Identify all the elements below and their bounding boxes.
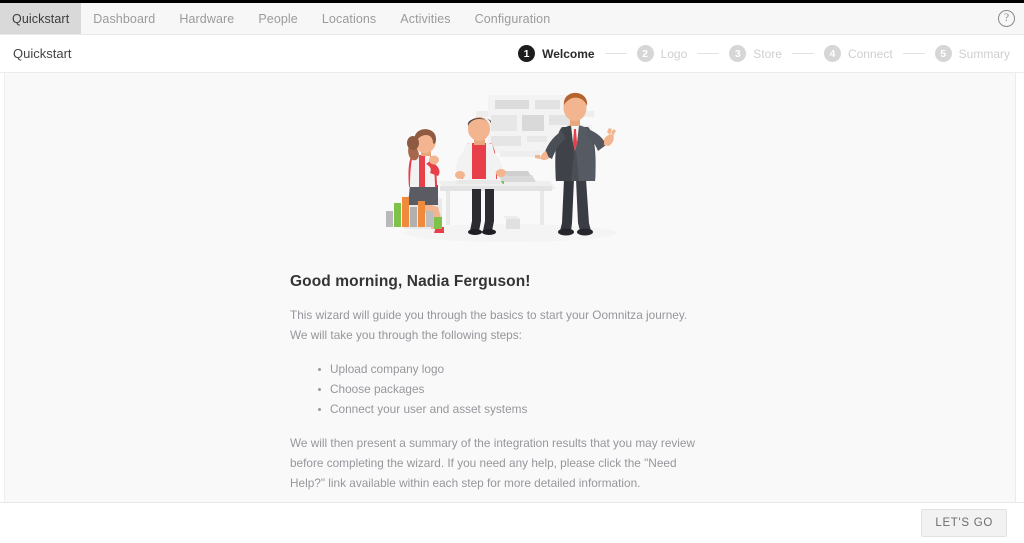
page-body: Good morning, Nadia Ferguson! This wizar… xyxy=(0,73,1024,502)
step-separator xyxy=(902,53,925,54)
main-navigation-bar: Quickstart Dashboard Hardware People Loc… xyxy=(0,3,1024,35)
nav-item-configuration[interactable]: Configuration xyxy=(463,3,563,34)
steps-bullet-list: Upload company logo Choose packages Conn… xyxy=(290,359,730,419)
nav-item-label: Hardware xyxy=(179,11,235,26)
step-summary[interactable]: 5 Summary xyxy=(934,45,1010,62)
nav-item-label: Locations xyxy=(321,11,377,26)
nav-item-hardware[interactable]: Hardware xyxy=(167,3,246,34)
team-presentation-illustration xyxy=(380,81,640,251)
nav-item-label: People xyxy=(258,11,298,26)
nav-item-label: Activities xyxy=(400,11,451,26)
closing-paragraph: We will then present a summary of the in… xyxy=(290,436,695,490)
nav-item-label: Quickstart xyxy=(12,11,70,26)
step-separator xyxy=(604,53,627,54)
wizard-center-column: Good morning, Nadia Ferguson! This wizar… xyxy=(290,73,730,493)
nav-item-people[interactable]: People xyxy=(246,3,310,34)
step-welcome[interactable]: 1 Welcome xyxy=(518,45,595,62)
vertical-scrollbar[interactable] xyxy=(1015,73,1024,502)
list-item: Connect your user and asset systems xyxy=(318,399,730,419)
page-title: Good morning, Nadia Ferguson! xyxy=(290,273,531,290)
nav-item-list: Quickstart Dashboard Hardware People Loc… xyxy=(0,3,562,34)
step-separator xyxy=(791,53,814,54)
list-item: Upload company logo xyxy=(318,359,730,379)
nav-item-quickstart[interactable]: Quickstart xyxy=(0,3,82,34)
breadcrumb: Quickstart xyxy=(13,46,72,61)
step-label: Connect xyxy=(847,46,893,61)
step-logo[interactable]: 2 Logo xyxy=(636,45,688,62)
question-circle-icon[interactable]: ? xyxy=(998,10,1015,27)
step-number: 5 xyxy=(934,45,952,62)
nav-right-actions: ? xyxy=(998,3,1024,34)
wizard-content-area: Good morning, Nadia Ferguson! This wizar… xyxy=(5,73,1015,502)
lets-go-button[interactable]: LET'S GO xyxy=(921,509,1007,537)
nav-item-locations[interactable]: Locations xyxy=(310,3,388,34)
step-label: Logo xyxy=(660,46,688,61)
page-subheader: Quickstart 1 Welcome 2 Logo 3 Store 4 Co… xyxy=(0,35,1024,73)
wizard-footer: LET'S GO xyxy=(0,502,1024,543)
step-connect[interactable]: 4 Connect xyxy=(823,45,893,62)
wizard-stepper: 1 Welcome 2 Logo 3 Store 4 Connect 5 Sum xyxy=(518,45,1010,62)
list-item: Choose packages xyxy=(318,379,730,399)
step-number: 1 xyxy=(518,45,536,62)
nav-item-label: Dashboard xyxy=(93,11,156,26)
step-separator xyxy=(697,53,720,54)
nav-item-label: Configuration xyxy=(474,11,551,26)
step-number: 2 xyxy=(636,45,654,62)
intro-paragraph: This wizard will guide you through the b… xyxy=(290,308,688,342)
step-label: Summary xyxy=(958,46,1010,61)
nav-item-dashboard[interactable]: Dashboard xyxy=(81,3,167,34)
step-number: 3 xyxy=(729,45,747,62)
quickstart-wizard-page: Quickstart Dashboard Hardware People Loc… xyxy=(0,0,1024,543)
nav-item-activities[interactable]: Activities xyxy=(388,3,462,34)
step-number: 4 xyxy=(823,45,841,62)
step-label: Store xyxy=(753,46,782,61)
step-store[interactable]: 3 Store xyxy=(729,45,782,62)
step-label: Welcome xyxy=(542,46,595,61)
